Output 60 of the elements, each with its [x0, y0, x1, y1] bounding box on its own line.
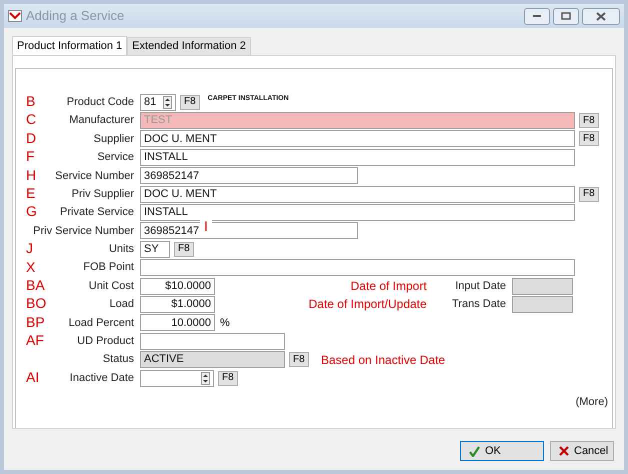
- tab[interactable]: Product Information 1: [12, 36, 128, 56]
- field-label: Priv Service Number: [33, 224, 134, 239]
- input-field[interactable]: INSTALL: [140, 148, 575, 166]
- lookup-button[interactable]: F8: [579, 113, 599, 128]
- lookup-button[interactable]: F8: [180, 94, 200, 110]
- field-label: Load: [110, 297, 134, 312]
- field-label: Load Percent: [68, 316, 134, 331]
- spin-field[interactable]: 81: [140, 94, 176, 111]
- field-label: Input Date: [454, 278, 506, 294]
- input-field[interactable]: DOC U. MENT: [140, 130, 575, 148]
- field-label: Supplier: [94, 132, 134, 147]
- annotation-letter: AF: [26, 333, 44, 348]
- input-field[interactable]: DOC U. MENT: [140, 186, 575, 203]
- annotation-note: Based on Inactive Date: [321, 352, 446, 369]
- field-label: Unit Cost: [88, 278, 134, 294]
- input-field[interactable]: $10.0000: [140, 278, 215, 295]
- field-label: Trans Date: [450, 297, 506, 312]
- annotation-letter: H: [26, 168, 36, 182]
- annotation-letter: E: [26, 186, 36, 200]
- field-label: Priv Supplier: [72, 186, 134, 202]
- annotation-note: Date of Import: [350, 278, 427, 296]
- annotation-letter: C: [26, 112, 36, 126]
- cancel-button[interactable]: Cancel: [550, 441, 614, 461]
- input-field[interactable]: 369852147: [140, 167, 358, 184]
- field-label: Private Service: [60, 205, 134, 220]
- tab[interactable]: Extended Information 2: [127, 37, 251, 55]
- annotation-note: Date of Import/Update: [308, 296, 427, 314]
- percent-sign: %: [220, 316, 230, 331]
- annotation-letter: G: [26, 204, 37, 218]
- lookup-button[interactable]: F8: [218, 370, 238, 386]
- input-field[interactable]: INSTALL: [140, 204, 575, 222]
- field-label: Status: [102, 352, 134, 368]
- annotation-letter: BP: [26, 314, 45, 329]
- lookup-button[interactable]: F8: [579, 186, 599, 202]
- annotation-letter: J: [26, 241, 33, 256]
- annotation-letter: B: [26, 94, 36, 108]
- annotation-letter: BO: [26, 296, 46, 310]
- field-label: Service: [97, 150, 134, 166]
- field-label: UD Product: [77, 334, 134, 350]
- annotation-letter: D: [26, 130, 36, 145]
- field-label: Units: [108, 242, 134, 258]
- annotation-letter: BA: [26, 278, 45, 292]
- window-title: Adding a Service: [26, 7, 124, 26]
- input-field[interactable]: SY: [140, 240, 170, 258]
- field-label: FOB Point: [83, 260, 134, 276]
- ok-button[interactable]: OK: [460, 441, 544, 461]
- field-label: Manufacturer: [69, 113, 134, 128]
- more-link[interactable]: (More): [576, 394, 608, 410]
- annotation-letter: F: [26, 149, 35, 164]
- annotation-letter: X: [26, 260, 36, 274]
- field-label: Service Number: [55, 168, 134, 184]
- input-field[interactable]: $1.0000: [140, 296, 215, 313]
- annotation-letter: AI: [26, 370, 40, 384]
- field-label: Inactive Date: [70, 370, 134, 386]
- input-field[interactable]: ACTIVE: [140, 351, 285, 368]
- field-label: Product Code: [66, 94, 134, 110]
- lookup-button[interactable]: F8: [579, 131, 599, 146]
- input-field[interactable]: 10.0000: [140, 314, 215, 332]
- lookup-button[interactable]: F8: [174, 242, 194, 257]
- lookup-button[interactable]: F8: [289, 352, 309, 368]
